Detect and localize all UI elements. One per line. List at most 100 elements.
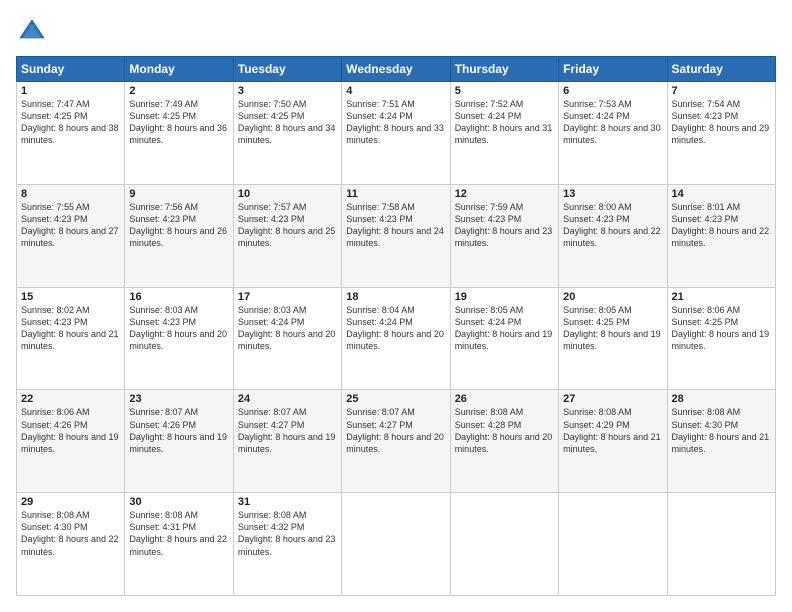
calendar-cell: 13Sunrise: 8:00 AMSunset: 4:23 PMDayligh… (559, 184, 667, 287)
day-number: 29 (21, 496, 120, 508)
calendar-cell: 29Sunrise: 8:08 AMSunset: 4:30 PMDayligh… (17, 493, 125, 596)
calendar-cell: 4Sunrise: 7:51 AMSunset: 4:24 PMDaylight… (342, 82, 450, 185)
day-number: 17 (238, 291, 337, 303)
day-info: Sunrise: 7:51 AMSunset: 4:24 PMDaylight:… (346, 98, 445, 147)
calendar-cell: 6Sunrise: 7:53 AMSunset: 4:24 PMDaylight… (559, 82, 667, 185)
day-number: 9 (129, 188, 228, 200)
day-info: Sunrise: 8:07 AMSunset: 4:26 PMDaylight:… (129, 406, 228, 455)
calendar-week-row: 29Sunrise: 8:08 AMSunset: 4:30 PMDayligh… (17, 493, 776, 596)
day-number: 6 (563, 85, 662, 97)
day-info: Sunrise: 7:58 AMSunset: 4:23 PMDaylight:… (346, 201, 445, 250)
day-info: Sunrise: 8:06 AMSunset: 4:25 PMDaylight:… (672, 304, 771, 353)
calendar-cell: 14Sunrise: 8:01 AMSunset: 4:23 PMDayligh… (667, 184, 775, 287)
day-number: 7 (672, 85, 771, 97)
day-number: 13 (563, 188, 662, 200)
day-header-monday: Monday (125, 57, 233, 82)
day-number: 14 (672, 188, 771, 200)
day-info: Sunrise: 8:08 AMSunset: 4:31 PMDaylight:… (129, 509, 228, 558)
logo-icon (16, 16, 48, 48)
calendar-week-row: 1Sunrise: 7:47 AMSunset: 4:25 PMDaylight… (17, 82, 776, 185)
day-number: 4 (346, 85, 445, 97)
day-number: 16 (129, 291, 228, 303)
day-number: 24 (238, 393, 337, 405)
day-info: Sunrise: 8:08 AMSunset: 4:32 PMDaylight:… (238, 509, 337, 558)
calendar-cell: 11Sunrise: 7:58 AMSunset: 4:23 PMDayligh… (342, 184, 450, 287)
calendar-week-row: 15Sunrise: 8:02 AMSunset: 4:23 PMDayligh… (17, 287, 776, 390)
calendar-cell: 25Sunrise: 8:07 AMSunset: 4:27 PMDayligh… (342, 390, 450, 493)
calendar-cell: 5Sunrise: 7:52 AMSunset: 4:24 PMDaylight… (450, 82, 558, 185)
day-info: Sunrise: 8:05 AMSunset: 4:25 PMDaylight:… (563, 304, 662, 353)
day-info: Sunrise: 7:57 AMSunset: 4:23 PMDaylight:… (238, 201, 337, 250)
calendar-cell: 28Sunrise: 8:08 AMSunset: 4:30 PMDayligh… (667, 390, 775, 493)
day-number: 11 (346, 188, 445, 200)
calendar-cell: 1Sunrise: 7:47 AMSunset: 4:25 PMDaylight… (17, 82, 125, 185)
day-number: 1 (21, 85, 120, 97)
day-info: Sunrise: 7:52 AMSunset: 4:24 PMDaylight:… (455, 98, 554, 147)
day-info: Sunrise: 8:02 AMSunset: 4:23 PMDaylight:… (21, 304, 120, 353)
day-info: Sunrise: 7:50 AMSunset: 4:25 PMDaylight:… (238, 98, 337, 147)
calendar-cell: 16Sunrise: 8:03 AMSunset: 4:23 PMDayligh… (125, 287, 233, 390)
day-info: Sunrise: 8:06 AMSunset: 4:26 PMDaylight:… (21, 406, 120, 455)
day-header-wednesday: Wednesday (342, 57, 450, 82)
day-number: 19 (455, 291, 554, 303)
day-number: 12 (455, 188, 554, 200)
day-number: 2 (129, 85, 228, 97)
calendar-cell (559, 493, 667, 596)
day-header-tuesday: Tuesday (233, 57, 341, 82)
day-header-saturday: Saturday (667, 57, 775, 82)
day-info: Sunrise: 8:03 AMSunset: 4:24 PMDaylight:… (238, 304, 337, 353)
calendar-cell: 31Sunrise: 8:08 AMSunset: 4:32 PMDayligh… (233, 493, 341, 596)
calendar-cell: 19Sunrise: 8:05 AMSunset: 4:24 PMDayligh… (450, 287, 558, 390)
day-number: 25 (346, 393, 445, 405)
calendar-week-row: 8Sunrise: 7:55 AMSunset: 4:23 PMDaylight… (17, 184, 776, 287)
day-number: 26 (455, 393, 554, 405)
day-info: Sunrise: 8:08 AMSunset: 4:30 PMDaylight:… (21, 509, 120, 558)
day-number: 31 (238, 496, 337, 508)
calendar-cell: 7Sunrise: 7:54 AMSunset: 4:23 PMDaylight… (667, 82, 775, 185)
calendar-cell: 23Sunrise: 8:07 AMSunset: 4:26 PMDayligh… (125, 390, 233, 493)
calendar-cell: 27Sunrise: 8:08 AMSunset: 4:29 PMDayligh… (559, 390, 667, 493)
calendar-cell: 30Sunrise: 8:08 AMSunset: 4:31 PMDayligh… (125, 493, 233, 596)
day-number: 27 (563, 393, 662, 405)
day-info: Sunrise: 7:59 AMSunset: 4:23 PMDaylight:… (455, 201, 554, 250)
day-info: Sunrise: 7:47 AMSunset: 4:25 PMDaylight:… (21, 98, 120, 147)
calendar-cell: 9Sunrise: 7:56 AMSunset: 4:23 PMDaylight… (125, 184, 233, 287)
calendar-cell: 15Sunrise: 8:02 AMSunset: 4:23 PMDayligh… (17, 287, 125, 390)
logo (16, 16, 52, 48)
day-number: 30 (129, 496, 228, 508)
day-info: Sunrise: 8:03 AMSunset: 4:23 PMDaylight:… (129, 304, 228, 353)
calendar-cell: 3Sunrise: 7:50 AMSunset: 4:25 PMDaylight… (233, 82, 341, 185)
calendar-cell: 2Sunrise: 7:49 AMSunset: 4:25 PMDaylight… (125, 82, 233, 185)
day-number: 3 (238, 85, 337, 97)
day-number: 21 (672, 291, 771, 303)
calendar-cell: 22Sunrise: 8:06 AMSunset: 4:26 PMDayligh… (17, 390, 125, 493)
day-number: 10 (238, 188, 337, 200)
calendar-cell (342, 493, 450, 596)
day-number: 8 (21, 188, 120, 200)
day-number: 22 (21, 393, 120, 405)
day-info: Sunrise: 8:08 AMSunset: 4:30 PMDaylight:… (672, 406, 771, 455)
calendar-header-row: SundayMondayTuesdayWednesdayThursdayFrid… (17, 57, 776, 82)
day-info: Sunrise: 8:00 AMSunset: 4:23 PMDaylight:… (563, 201, 662, 250)
calendar-cell: 21Sunrise: 8:06 AMSunset: 4:25 PMDayligh… (667, 287, 775, 390)
day-info: Sunrise: 8:08 AMSunset: 4:29 PMDaylight:… (563, 406, 662, 455)
day-info: Sunrise: 8:05 AMSunset: 4:24 PMDaylight:… (455, 304, 554, 353)
header (16, 16, 776, 48)
calendar-table: SundayMondayTuesdayWednesdayThursdayFrid… (16, 56, 776, 596)
calendar-cell: 8Sunrise: 7:55 AMSunset: 4:23 PMDaylight… (17, 184, 125, 287)
day-info: Sunrise: 7:49 AMSunset: 4:25 PMDaylight:… (129, 98, 228, 147)
day-number: 23 (129, 393, 228, 405)
day-header-sunday: Sunday (17, 57, 125, 82)
calendar-cell: 26Sunrise: 8:08 AMSunset: 4:28 PMDayligh… (450, 390, 558, 493)
day-info: Sunrise: 8:07 AMSunset: 4:27 PMDaylight:… (238, 406, 337, 455)
day-number: 20 (563, 291, 662, 303)
calendar-cell: 20Sunrise: 8:05 AMSunset: 4:25 PMDayligh… (559, 287, 667, 390)
page: SundayMondayTuesdayWednesdayThursdayFrid… (0, 0, 792, 612)
day-info: Sunrise: 7:55 AMSunset: 4:23 PMDaylight:… (21, 201, 120, 250)
day-number: 15 (21, 291, 120, 303)
day-header-friday: Friday (559, 57, 667, 82)
day-header-thursday: Thursday (450, 57, 558, 82)
day-number: 5 (455, 85, 554, 97)
day-info: Sunrise: 7:56 AMSunset: 4:23 PMDaylight:… (129, 201, 228, 250)
calendar-cell: 18Sunrise: 8:04 AMSunset: 4:24 PMDayligh… (342, 287, 450, 390)
